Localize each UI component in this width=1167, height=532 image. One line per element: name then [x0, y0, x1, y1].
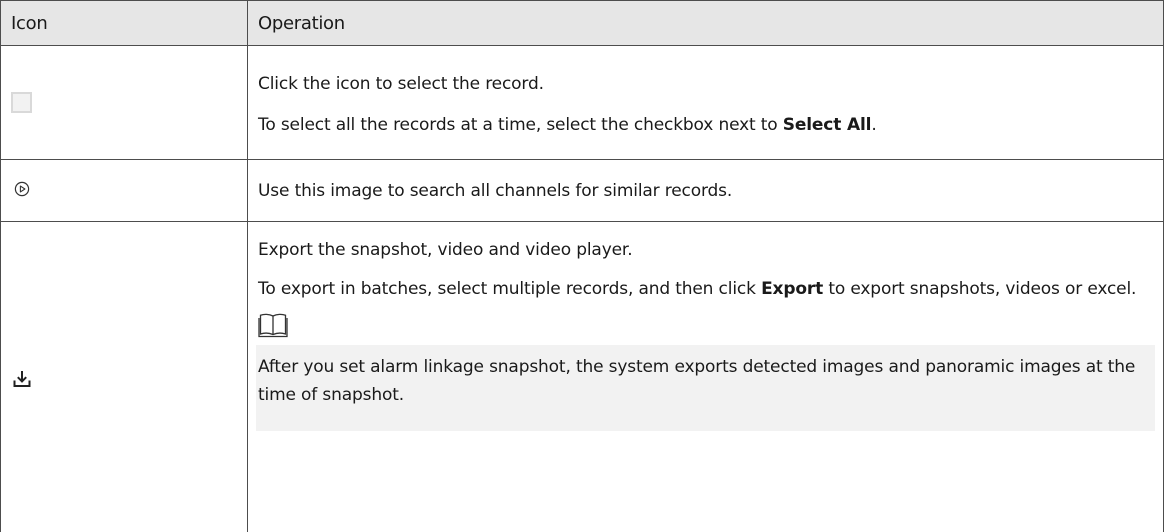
note-box: After you set alarm linkage snapshot, th…: [256, 345, 1155, 431]
export-term: Export: [761, 279, 823, 299]
select-all-term: Select All: [783, 115, 872, 135]
operation-cell: Click the icon to select the record. To …: [248, 46, 1164, 160]
operations-table: Icon Operation Click the icon to select …: [0, 0, 1164, 532]
icon-cell: [1, 222, 248, 532]
operation-cell: Use this image to search all channels fo…: [248, 160, 1164, 222]
note-text: After you set alarm linkage snapshot, th…: [258, 353, 1153, 409]
table-row: Export the snapshot, video and video pla…: [1, 222, 1164, 532]
table-row: Use this image to search all channels fo…: [1, 160, 1164, 222]
operation-text: Click the icon to select the record.: [258, 70, 1153, 98]
operation-text: Use this image to search all channels fo…: [258, 177, 1153, 205]
search-similar-icon: [11, 178, 33, 200]
operation-text: Export the snapshot, video and video pla…: [258, 236, 1153, 264]
icon-cell: [1, 160, 248, 222]
operation-text: To export in batches, select multiple re…: [258, 275, 1153, 303]
header-icon: Icon: [1, 1, 248, 46]
table-row: Click the icon to select the record. To …: [1, 46, 1164, 160]
operation-cell: Export the snapshot, video and video pla…: [248, 222, 1164, 532]
checkbox-icon: [11, 92, 32, 113]
icon-cell: [1, 46, 248, 160]
download-icon: [11, 368, 33, 390]
header-operation: Operation: [248, 1, 1164, 46]
book-icon: [258, 312, 288, 338]
operation-text: To select all the records at a time, sel…: [258, 111, 1153, 139]
table-header-row: Icon Operation: [1, 1, 1164, 46]
